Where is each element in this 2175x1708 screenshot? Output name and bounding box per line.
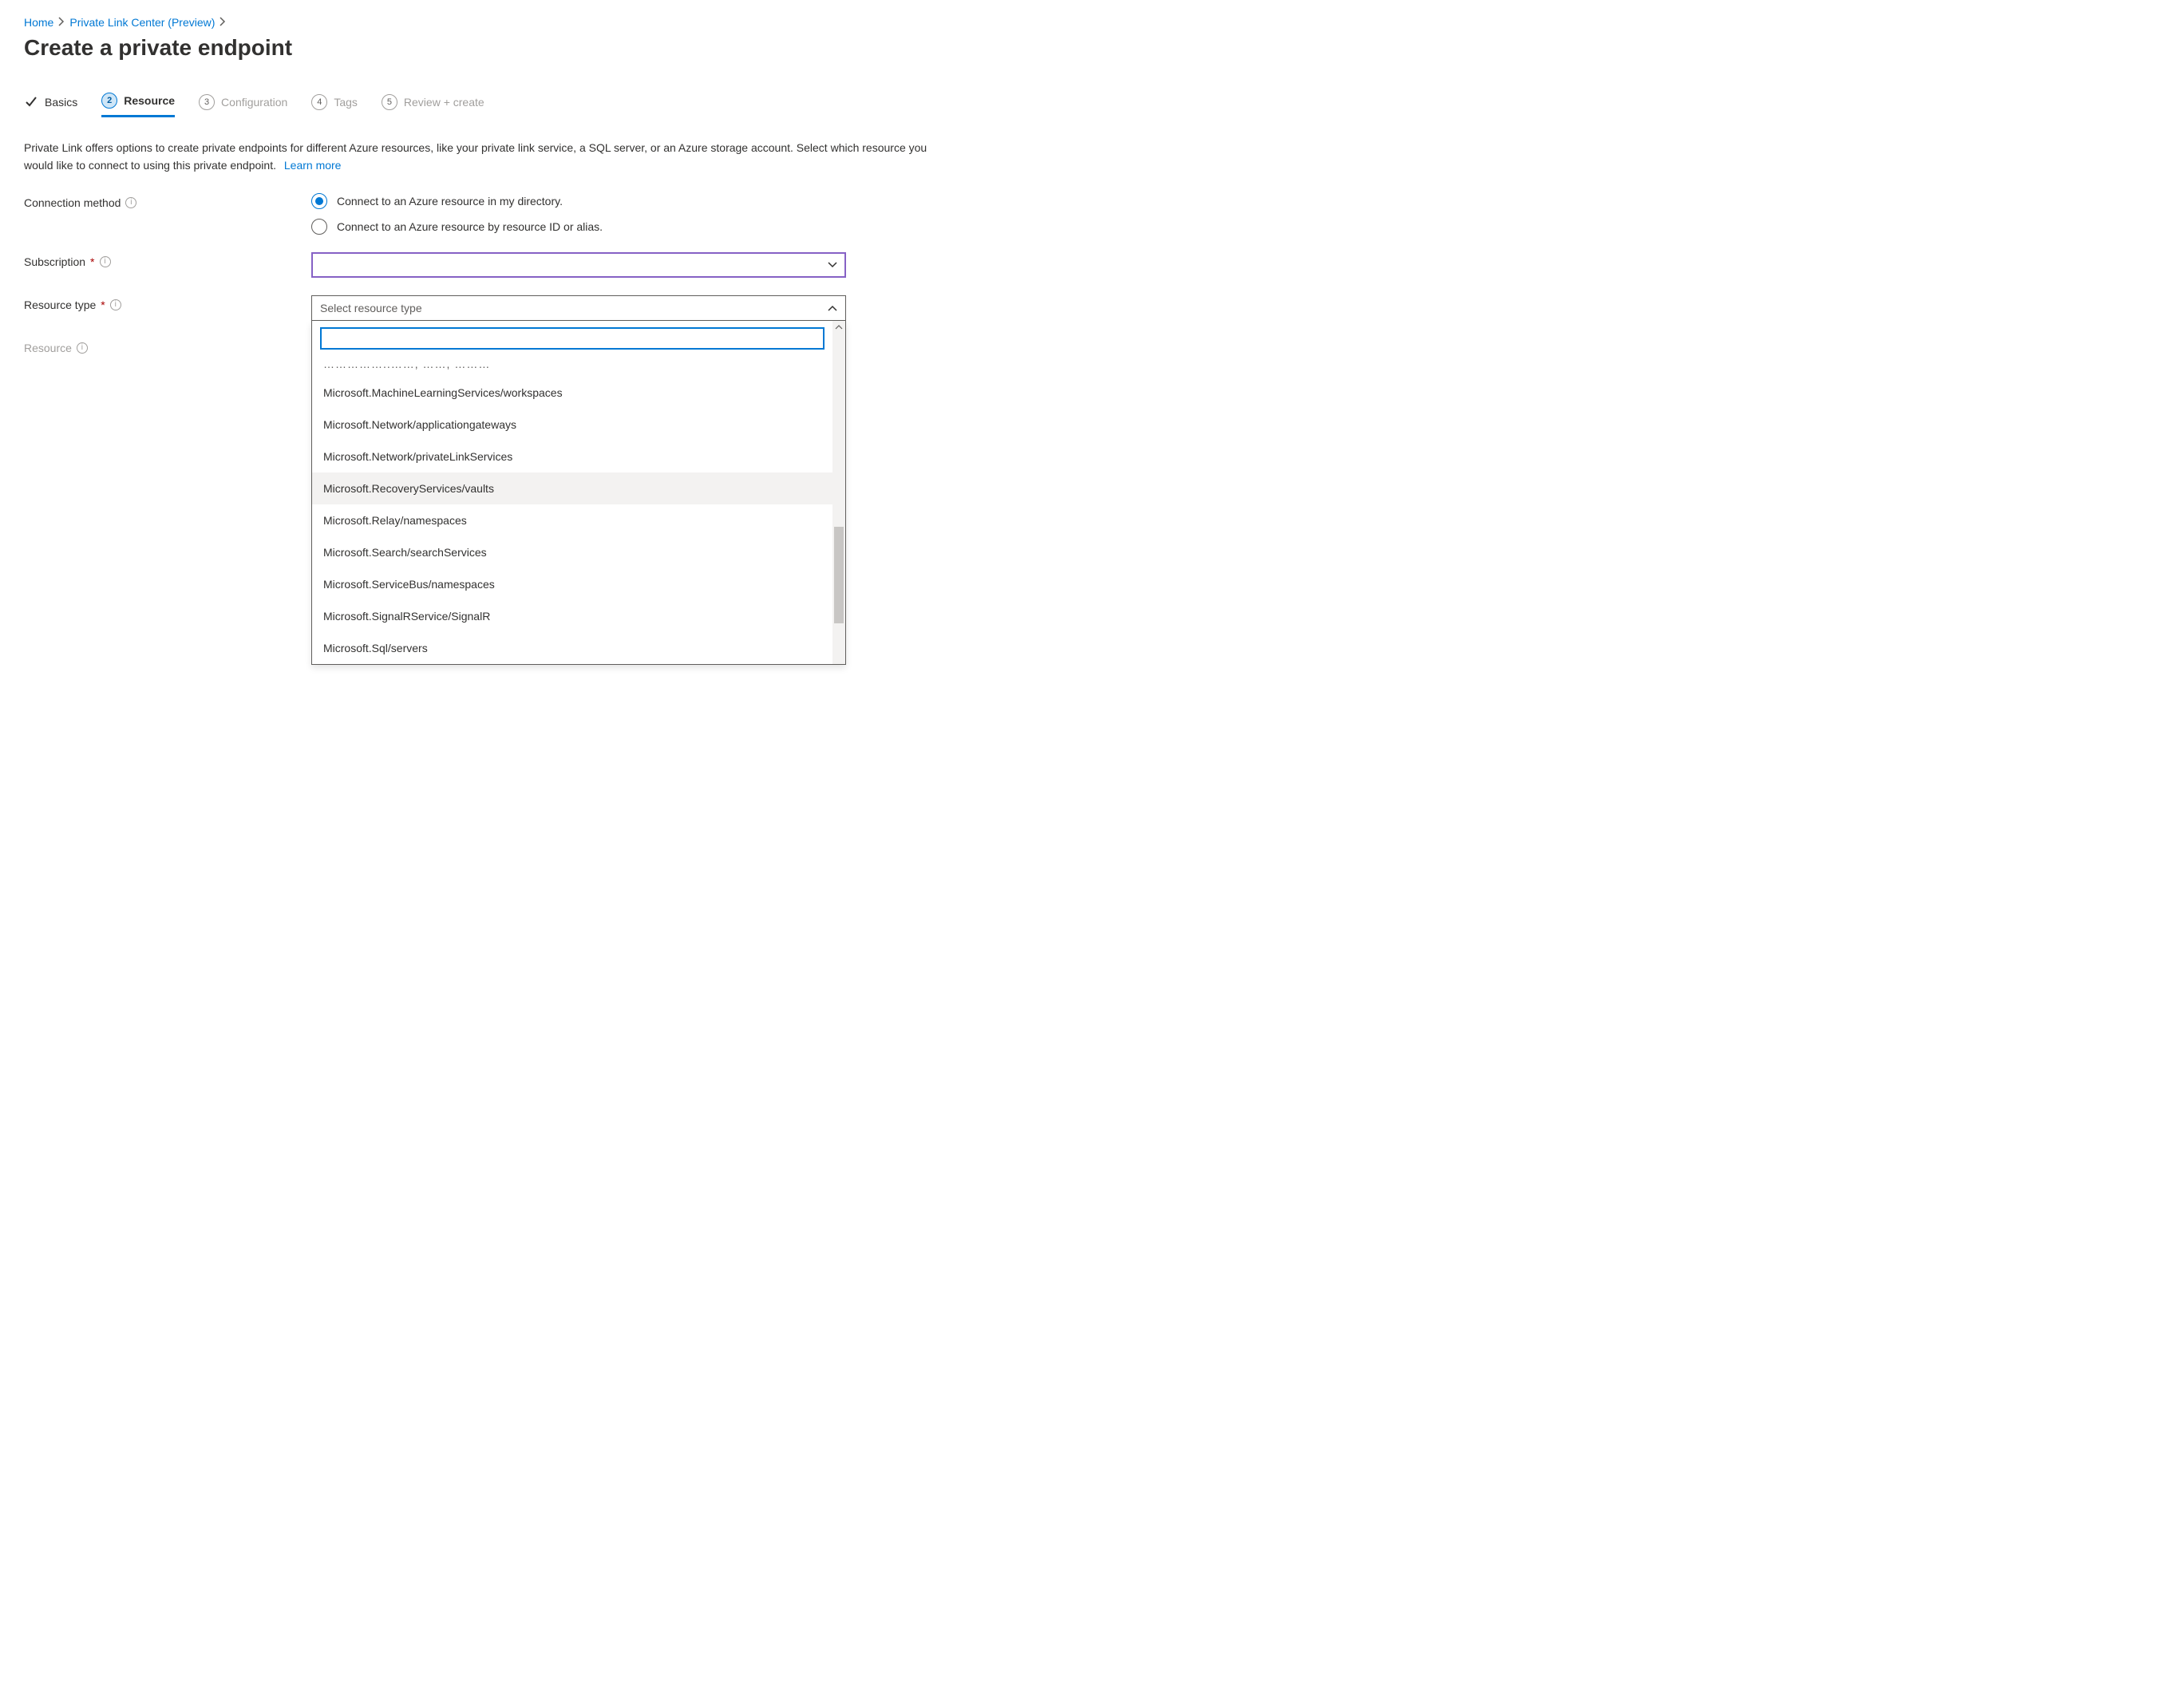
dropdown-item[interactable]: Microsoft.Network/privateLinkServices xyxy=(312,441,832,472)
wizard-tabs: Basics 2 Resource 3 Configuration 4 Tags… xyxy=(24,93,2151,117)
radio-label: Connect to an Azure resource by resource… xyxy=(337,220,603,233)
tab-tags[interactable]: 4 Tags xyxy=(311,94,358,117)
dropdown-item[interactable]: Microsoft.RecoveryServices/vaults xyxy=(312,472,832,504)
step-number-icon: 3 xyxy=(199,94,215,110)
radio-label: Connect to an Azure resource in my direc… xyxy=(337,195,563,208)
tab-label: Review + create xyxy=(404,96,484,109)
connection-method-label: Connection method i xyxy=(24,193,311,209)
chevron-up-icon xyxy=(828,305,837,311)
resource-label: Resource i xyxy=(24,338,311,354)
chevron-down-icon xyxy=(828,262,837,268)
chevron-right-icon xyxy=(58,16,65,29)
check-icon xyxy=(24,95,38,109)
description-text: Private Link offers options to create pr… xyxy=(24,140,942,174)
dropdown-item[interactable]: Microsoft.Search/searchServices xyxy=(312,536,832,568)
connection-method-radios: Connect to an Azure resource in my direc… xyxy=(311,193,846,235)
radio-connect-directory[interactable]: Connect to an Azure resource in my direc… xyxy=(311,193,846,209)
page-title: Create a private endpoint xyxy=(24,35,2151,61)
tab-label: Basics xyxy=(45,96,77,109)
breadcrumb-home[interactable]: Home xyxy=(24,16,53,29)
resource-type-select[interactable]: Select resource type xyxy=(311,295,846,321)
learn-more-link[interactable]: Learn more xyxy=(284,159,342,172)
chevron-right-icon xyxy=(219,16,226,29)
dropdown-item[interactable]: Microsoft.Sql/servers xyxy=(312,632,832,664)
subscription-select[interactable] xyxy=(311,252,846,278)
step-number-icon: 5 xyxy=(382,94,397,110)
radio-connect-resource-id[interactable]: Connect to an Azure resource by resource… xyxy=(311,219,846,235)
dropdown-item[interactable]: Microsoft.Network/applicationgateways xyxy=(312,409,832,441)
breadcrumb: Home Private Link Center (Preview) xyxy=(24,16,2151,29)
scroll-up-icon[interactable] xyxy=(832,321,845,334)
scrollbar[interactable] xyxy=(832,321,845,664)
subscription-label: Subscription * i xyxy=(24,252,311,268)
tab-label: Resource xyxy=(124,94,175,107)
resource-type-search-input[interactable] xyxy=(320,327,825,350)
tab-basics[interactable]: Basics xyxy=(24,95,77,116)
partial-option-peek: ……………..……, ……, ……… xyxy=(312,356,832,377)
tab-label: Configuration xyxy=(221,96,287,109)
info-icon[interactable]: i xyxy=(125,197,136,208)
resource-type-dropdown: ……………..……, ……, ……… Microsoft.MachineLear… xyxy=(311,321,846,665)
tab-configuration[interactable]: 3 Configuration xyxy=(199,94,287,117)
tab-resource[interactable]: 2 Resource xyxy=(101,93,175,117)
info-icon[interactable]: i xyxy=(77,342,88,354)
info-icon[interactable]: i xyxy=(110,299,121,310)
tab-label: Tags xyxy=(334,96,358,109)
required-mark: * xyxy=(90,255,94,268)
radio-icon xyxy=(311,219,327,235)
tab-review-create[interactable]: 5 Review + create xyxy=(382,94,484,117)
dropdown-item[interactable]: Microsoft.Relay/namespaces xyxy=(312,504,832,536)
required-mark: * xyxy=(101,299,105,311)
select-placeholder: Select resource type xyxy=(320,302,422,314)
dropdown-item[interactable]: Microsoft.MachineLearningServices/worksp… xyxy=(312,377,832,409)
radio-icon xyxy=(311,193,327,209)
resource-type-label: Resource type * i xyxy=(24,295,311,311)
dropdown-item[interactable]: Microsoft.SignalRService/SignalR xyxy=(312,600,832,632)
scroll-thumb[interactable] xyxy=(834,527,844,623)
breadcrumb-center[interactable]: Private Link Center (Preview) xyxy=(69,16,215,29)
step-number-icon: 4 xyxy=(311,94,327,110)
step-number-icon: 2 xyxy=(101,93,117,109)
info-icon[interactable]: i xyxy=(100,256,111,267)
dropdown-item[interactable]: Microsoft.ServiceBus/namespaces xyxy=(312,568,832,600)
